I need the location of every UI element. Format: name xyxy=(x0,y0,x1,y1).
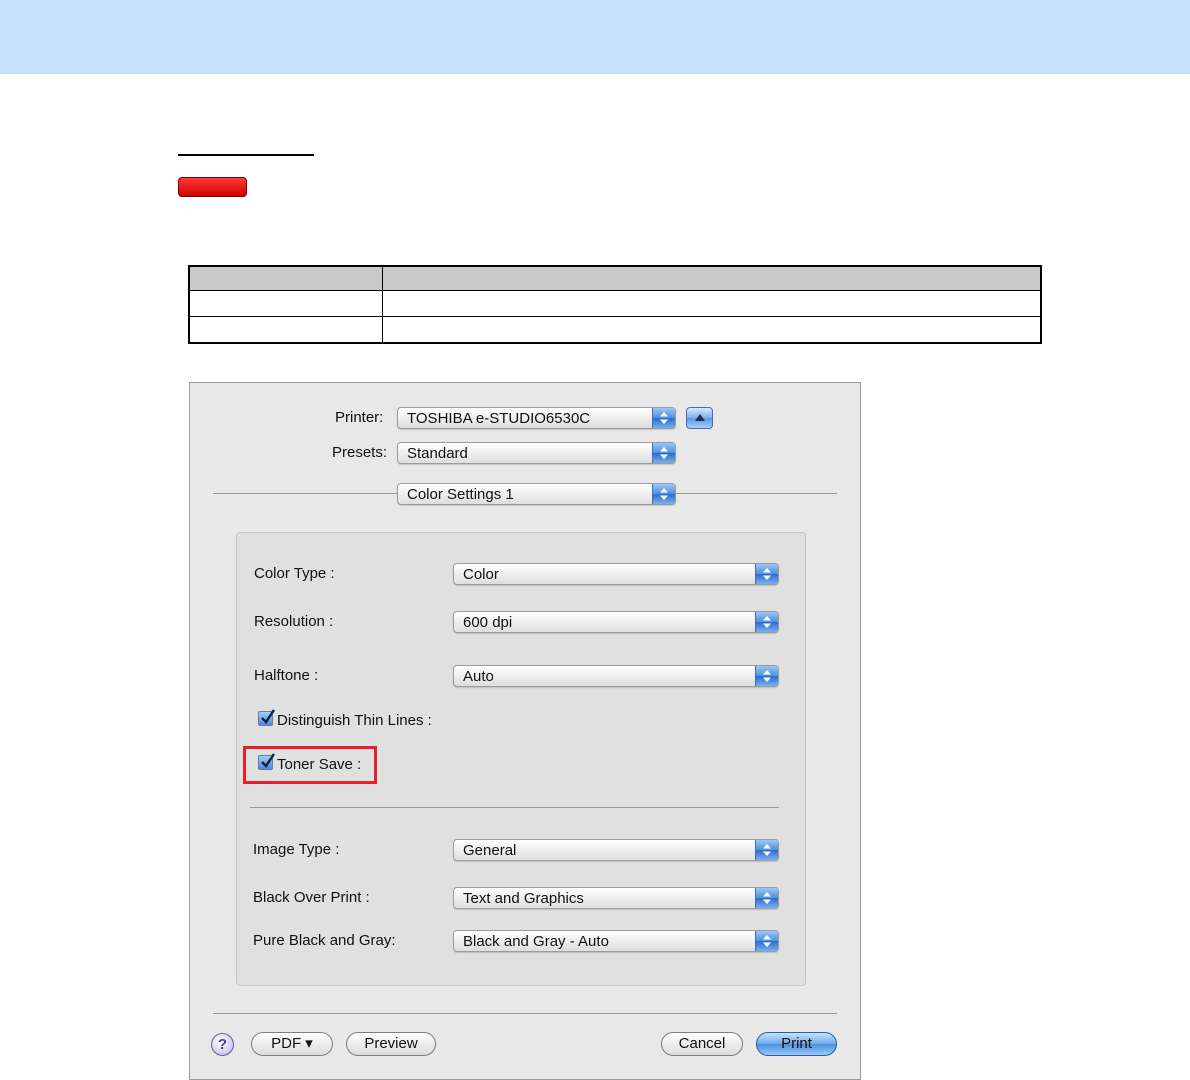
popup-arrows-icon xyxy=(755,931,778,951)
pdf-button[interactable]: PDF ▾ xyxy=(251,1032,333,1056)
panel-popup[interactable]: Color Settings 1 xyxy=(397,483,676,505)
panel-separator-left xyxy=(213,493,397,494)
reference-table xyxy=(188,265,1042,344)
resolution-label: Resolution : xyxy=(254,613,334,630)
pure-black-label: Pure Black and Gray: xyxy=(253,932,396,949)
image-type-value: General xyxy=(463,842,517,859)
popup-arrows-icon xyxy=(755,840,778,860)
presets-popup[interactable]: Standard xyxy=(397,442,676,464)
printer-label: Printer: xyxy=(335,409,384,426)
toner-save-highlight xyxy=(243,746,377,784)
table-row xyxy=(188,315,1042,344)
popup-arrows-icon xyxy=(755,612,778,632)
presets-value: Standard xyxy=(407,445,468,462)
popup-arrows-icon xyxy=(755,564,778,584)
pure-black-value: Black and Gray - Auto xyxy=(463,933,609,950)
table-header-row xyxy=(188,265,1042,291)
popup-arrows-icon xyxy=(755,666,778,686)
table-row xyxy=(188,289,1042,317)
halftone-label: Halftone : xyxy=(254,667,319,684)
resolution-value: 600 dpi xyxy=(463,614,513,631)
popup-arrows-icon xyxy=(755,888,778,908)
pure-black-popup[interactable]: Black and Gray - Auto xyxy=(453,930,779,952)
print-button[interactable]: Print xyxy=(756,1032,837,1056)
popup-arrows-icon xyxy=(652,408,675,428)
color-type-value: Color xyxy=(463,566,499,583)
printer-value: TOSHIBA e-STUDIO6530C xyxy=(407,410,591,427)
red-badge xyxy=(178,177,247,197)
image-type-popup[interactable]: General xyxy=(453,839,779,861)
footer-divider xyxy=(213,1013,837,1014)
black-over-print-popup[interactable]: Text and Graphics xyxy=(453,887,779,909)
resolution-popup[interactable]: 600 dpi xyxy=(453,611,779,633)
thin-lines-checkbox[interactable] xyxy=(258,709,275,726)
image-type-label: Image Type : xyxy=(253,841,340,858)
halftone-value: Auto xyxy=(463,668,494,685)
printer-popup[interactable]: TOSHIBA e-STUDIO6530C xyxy=(397,407,676,429)
presets-label: Presets: xyxy=(332,444,388,461)
black-over-print-label: Black Over Print : xyxy=(253,889,370,906)
help-button[interactable]: ? xyxy=(211,1033,234,1056)
panel-separator-right xyxy=(676,493,837,494)
cancel-button[interactable]: Cancel xyxy=(661,1032,743,1056)
thin-lines-label: Distinguish Thin Lines : xyxy=(277,712,432,729)
black-over-print-value: Text and Graphics xyxy=(463,890,584,907)
popup-arrows-icon xyxy=(652,443,675,463)
collapse-dialog-button[interactable] xyxy=(686,407,713,429)
preview-button[interactable]: Preview xyxy=(346,1032,436,1056)
popup-arrows-icon xyxy=(652,484,675,504)
page-header-band xyxy=(0,0,1190,74)
heading-underline xyxy=(178,154,314,156)
halftone-popup[interactable]: Auto xyxy=(453,665,779,687)
color-type-popup[interactable]: Color xyxy=(453,563,779,585)
group-divider xyxy=(250,807,779,808)
panel-value: Color Settings 1 xyxy=(407,486,514,503)
color-type-label: Color Type : xyxy=(254,565,335,582)
